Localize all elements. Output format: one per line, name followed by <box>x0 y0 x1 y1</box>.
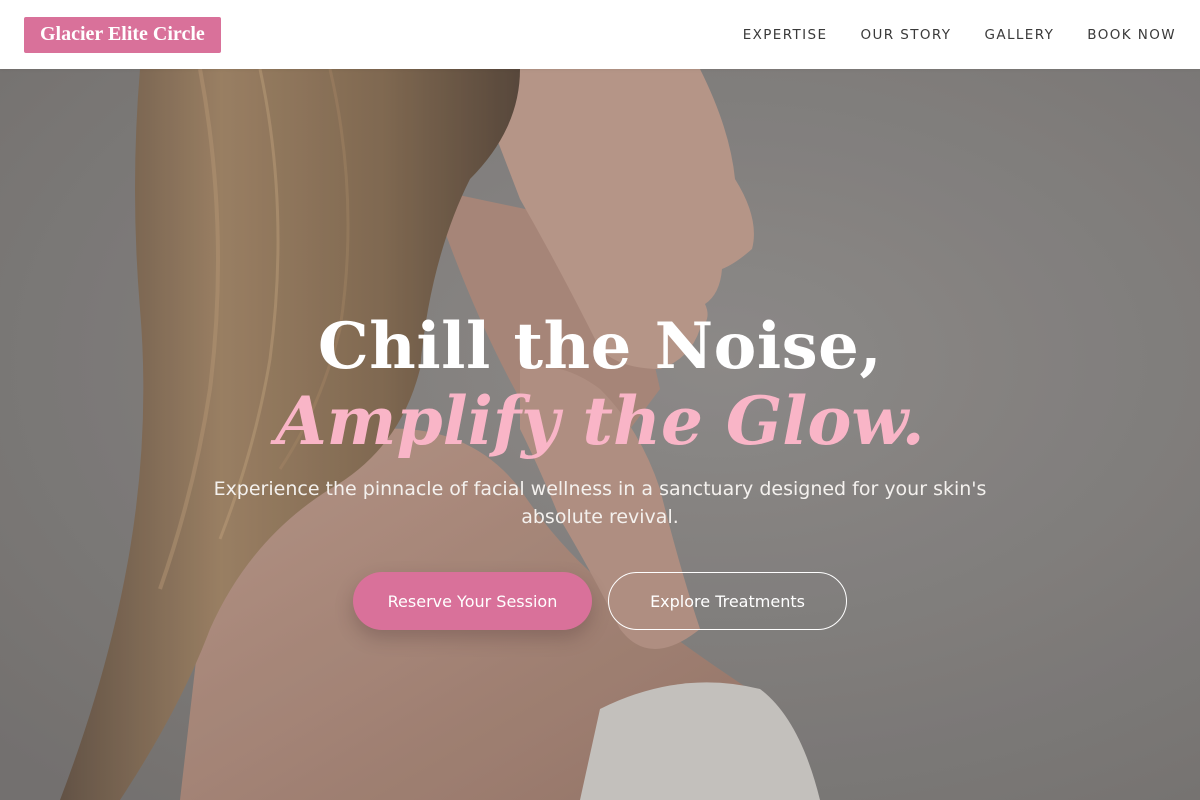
site-header: Glacier Elite Circle EXPERTISE OUR STORY… <box>0 0 1200 69</box>
main-nav: EXPERTISE OUR STORY GALLERY BOOK NOW <box>743 27 1176 43</box>
hero-headline-accent: Amplify the Glow. <box>275 382 925 460</box>
hero-section: Chill the Noise, Amplify the Glow. Exper… <box>0 69 1200 800</box>
hero-headline-primary: Chill the Noise, <box>317 309 883 384</box>
hero-cta-group: Reserve Your Session Explore Treatments <box>0 572 1200 630</box>
hero-content: Chill the Noise, Amplify the Glow. Exper… <box>0 69 1200 800</box>
nav-link-our-story[interactable]: OUR STORY <box>860 27 951 43</box>
hero-subheading: Experience the pinnacle of facial wellne… <box>213 478 987 528</box>
reserve-session-button[interactable]: Reserve Your Session <box>353 572 592 630</box>
brand-logo[interactable]: Glacier Elite Circle <box>24 16 221 53</box>
nav-link-expertise[interactable]: EXPERTISE <box>743 27 828 43</box>
nav-link-gallery[interactable]: GALLERY <box>984 27 1054 43</box>
nav-link-book-now[interactable]: BOOK NOW <box>1087 27 1176 43</box>
explore-treatments-button[interactable]: Explore Treatments <box>608 572 847 630</box>
